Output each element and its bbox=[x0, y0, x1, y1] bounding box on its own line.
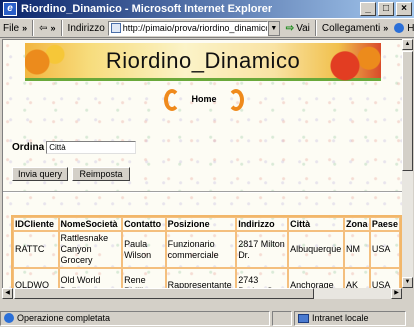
vertical-scrollbar[interactable]: ▲ ▼ bbox=[402, 39, 413, 288]
ie-page-icon bbox=[394, 23, 405, 33]
column-header: Zona bbox=[344, 217, 370, 231]
scroll-up-icon[interactable]: ▲ bbox=[402, 39, 413, 50]
more-chevron-icon[interactable]: » bbox=[22, 23, 27, 33]
table-cell: Rattlesnake Canyon Grocery bbox=[58, 231, 123, 268]
status-empty-panel bbox=[272, 310, 292, 326]
column-header: Contatto bbox=[122, 217, 166, 231]
address-value: http://pimaio/prova/riordino_dinamico.as… bbox=[122, 23, 267, 33]
scroll-left-icon[interactable]: ◀ bbox=[2, 288, 13, 299]
status-text: Operazione completata bbox=[17, 313, 111, 323]
more-chevron-icon[interactable]: » bbox=[383, 23, 388, 33]
table-header-row: IDCliente NomeSocietà Contatto Posizione… bbox=[13, 217, 400, 231]
close-button[interactable]: × bbox=[396, 2, 412, 16]
scroll-right-icon[interactable]: ▶ bbox=[391, 288, 402, 299]
ordina-row: Ordina Città bbox=[12, 141, 137, 154]
page-content: Riordino_Dinamico Home Ordina Città Invi… bbox=[2, 39, 402, 288]
home-link[interactable]: Home bbox=[164, 94, 244, 104]
window-title: Riordino_Dinamico - Microsoft Internet E… bbox=[21, 3, 273, 15]
scroll-thumb[interactable] bbox=[14, 288, 314, 299]
status-message-panel: Operazione completata bbox=[0, 310, 270, 326]
page-done-icon bbox=[4, 313, 14, 323]
ho-label: Ho bbox=[407, 22, 414, 34]
table-cell: Anchorage bbox=[288, 268, 344, 288]
zone-panel: Intranet locale bbox=[294, 310, 406, 326]
go-arrow-icon: ⇨ bbox=[285, 22, 295, 34]
column-header: NomeSocietà bbox=[58, 217, 123, 231]
more-chevron-icon[interactable]: » bbox=[51, 23, 56, 33]
address-label: Indirizzo bbox=[67, 22, 105, 34]
table-cell: Paula Wilson bbox=[122, 231, 166, 268]
file-menu[interactable]: File» bbox=[0, 23, 30, 34]
maximize-button[interactable]: □ bbox=[378, 2, 394, 16]
address-dropdown-icon[interactable]: ▼ bbox=[267, 20, 280, 36]
table-cell: OLDWO bbox=[13, 268, 59, 288]
banner: Riordino_Dinamico bbox=[25, 43, 381, 81]
page-icon bbox=[110, 23, 121, 33]
table-cell: RATTC bbox=[13, 231, 59, 268]
table-cell: Old World Delicatessen bbox=[58, 268, 123, 288]
home-nav: Home bbox=[164, 89, 244, 111]
toolbar-divider bbox=[32, 20, 35, 36]
intranet-zone-icon bbox=[298, 313, 309, 323]
horizontal-scrollbar[interactable]: ◀ ▶ bbox=[2, 288, 402, 299]
table-row: OLDWO Old World Delicatessen Rene Philli… bbox=[13, 268, 400, 288]
title-bar: e Riordino_Dinamico - Microsoft Internet… bbox=[0, 0, 414, 18]
column-header: Posizione bbox=[165, 217, 237, 231]
toolbar-divider bbox=[60, 20, 63, 36]
scroll-down-icon[interactable]: ▼ bbox=[402, 277, 413, 288]
ho-link[interactable]: Ho bbox=[391, 23, 414, 34]
column-header: Indirizzo bbox=[236, 217, 289, 231]
column-header: Città bbox=[288, 217, 344, 231]
links-menu[interactable]: Collegamenti» bbox=[319, 23, 391, 34]
status-bar: Operazione completata Intranet locale bbox=[0, 309, 414, 327]
browser-toolbar: File» ⇦» Indirizzo http://pimaio/prova/r… bbox=[0, 18, 414, 38]
submit-button[interactable]: Invia query bbox=[12, 167, 68, 181]
table-cell: Rappresentante bbox=[165, 268, 237, 288]
table-cell: 2743 Bering St. bbox=[236, 268, 289, 288]
file-menu-label: File bbox=[3, 22, 20, 34]
scroll-thumb[interactable] bbox=[402, 51, 413, 171]
zone-text: Intranet locale bbox=[312, 313, 369, 323]
column-header: Paese bbox=[369, 217, 400, 231]
links-label: Collegamenti bbox=[321, 22, 381, 34]
column-header: IDCliente bbox=[13, 217, 59, 231]
ie-logo-icon[interactable]: e bbox=[3, 2, 17, 16]
table-cell: Funzionario commerciale bbox=[165, 231, 237, 268]
address-input[interactable]: http://pimaio/prova/riordino_dinamico.as… bbox=[107, 20, 268, 36]
table-cell: AK bbox=[344, 268, 370, 288]
go-button[interactable]: ⇨ Vai bbox=[283, 23, 313, 34]
table-row: RATTC Rattlesnake Canyon Grocery Paula W… bbox=[13, 231, 400, 268]
ordina-input[interactable]: Città bbox=[46, 141, 137, 154]
table-cell: Albuquerque bbox=[288, 231, 344, 268]
table-cell: Rene Phillips bbox=[122, 268, 166, 288]
minimize-button[interactable]: _ bbox=[360, 2, 376, 16]
table-cell: NM bbox=[344, 231, 370, 268]
back-arrow-icon: ⇦ bbox=[39, 22, 48, 34]
divider bbox=[3, 191, 402, 193]
toolbar-divider bbox=[314, 20, 317, 36]
reset-button[interactable]: Reimposta bbox=[72, 167, 130, 181]
back-button[interactable]: ⇦» bbox=[36, 23, 58, 34]
ordina-label: Ordina bbox=[12, 142, 45, 153]
customers-table: IDCliente NomeSocietà Contatto Posizione… bbox=[11, 215, 402, 288]
go-label: Vai bbox=[296, 22, 310, 34]
address-bar: Indirizzo http://pimaio/prova/riordino_d… bbox=[65, 20, 283, 36]
table-cell: USA bbox=[369, 231, 400, 268]
table-cell: USA bbox=[369, 268, 400, 288]
page-title: Riordino_Dinamico bbox=[105, 48, 301, 73]
table-cell: 2817 Milton Dr. bbox=[236, 231, 289, 268]
